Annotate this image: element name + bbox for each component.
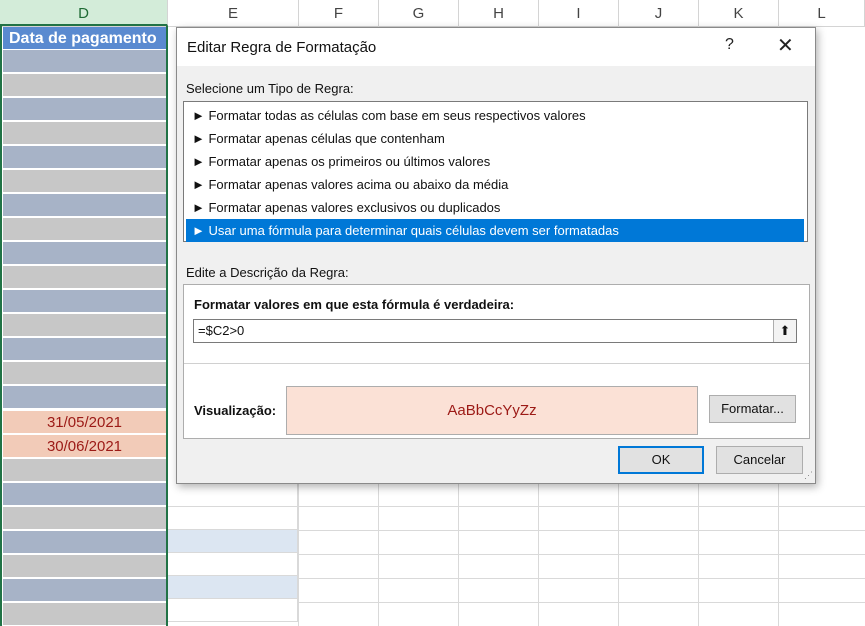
cell[interactable]: [168, 599, 298, 622]
cell[interactable]: [3, 386, 166, 409]
preview-label: Visualização:: [194, 403, 277, 418]
cell[interactable]: [168, 530, 298, 553]
column-header-h[interactable]: H: [459, 0, 539, 26]
cell[interactable]: [3, 314, 166, 337]
help-icon[interactable]: ?: [725, 36, 734, 54]
cell[interactable]: [168, 484, 298, 507]
cell[interactable]: [3, 531, 166, 554]
gridline: [299, 506, 865, 507]
edit-formatting-rule-dialog: Editar Regra de Formatação ? ✕ Selecione…: [176, 27, 816, 484]
close-icon[interactable]: ✕: [777, 33, 794, 58]
cell[interactable]: [3, 290, 166, 313]
dialog-titlebar: Editar Regra de Formatação ? ✕: [177, 28, 815, 66]
gridline: [299, 578, 865, 579]
format-button[interactable]: Formatar...: [709, 395, 796, 423]
cell[interactable]: [3, 122, 166, 145]
rule-description-panel: Formatar valores em que esta fórmula é v…: [183, 284, 810, 439]
divider: [184, 363, 809, 364]
format-preview: AaBbCcYyZz: [286, 386, 698, 435]
gridline: [299, 602, 865, 603]
rule-type-label: Selecione um Tipo de Regra:: [186, 81, 354, 96]
resize-grip-icon[interactable]: ⋰: [804, 470, 813, 481]
cell[interactable]: [3, 170, 166, 193]
rule-type-item[interactable]: ► Formatar apenas valores acima ou abaix…: [186, 173, 804, 196]
formula-label: Formatar valores em que esta fórmula é v…: [194, 297, 515, 312]
gridline: [299, 554, 865, 555]
cell[interactable]: [3, 603, 166, 626]
cell[interactable]: [3, 50, 166, 73]
cell[interactable]: [168, 507, 298, 530]
cell[interactable]: [3, 218, 166, 241]
column-header-j[interactable]: J: [619, 0, 699, 26]
cell[interactable]: [3, 194, 166, 217]
cell[interactable]: [3, 266, 166, 289]
description-label: Edite a Descrição da Regra:: [186, 265, 349, 280]
rule-type-item[interactable]: ► Formatar apenas os primeiros ou último…: [186, 150, 804, 173]
dialog-title: Editar Regra de Formatação: [187, 39, 377, 56]
formula-input[interactable]: =$C2>0 ⬆: [193, 319, 797, 343]
cell[interactable]: [168, 576, 298, 599]
formula-value: =$C2>0: [198, 323, 245, 338]
header-cell-data-de-pagamento[interactable]: Data de pagamento: [3, 27, 166, 50]
cell[interactable]: [3, 483, 166, 506]
rule-type-item[interactable]: ► Formatar todas as células com base em …: [186, 104, 804, 127]
cancel-button[interactable]: Cancelar: [716, 446, 803, 474]
cell[interactable]: [3, 74, 166, 97]
cell[interactable]: [3, 146, 166, 169]
rule-type-item-selected[interactable]: ► Usar uma fórmula para determinar quais…: [186, 219, 804, 242]
column-headers: D E F G H I J K L: [0, 0, 865, 27]
cell[interactable]: [3, 98, 166, 121]
rule-type-list[interactable]: ► Formatar todas as células com base em …: [183, 101, 808, 242]
collapse-dialog-icon[interactable]: ⬆: [773, 320, 796, 342]
cell[interactable]: [3, 507, 166, 530]
cell[interactable]: [3, 579, 166, 602]
column-header-i[interactable]: I: [539, 0, 619, 26]
column-header-l[interactable]: L: [779, 0, 865, 26]
column-header-k[interactable]: K: [699, 0, 779, 26]
cell[interactable]: [3, 362, 166, 385]
rule-type-item[interactable]: ► Formatar apenas valores exclusivos ou …: [186, 196, 804, 219]
cell[interactable]: [3, 242, 166, 265]
cell[interactable]: [168, 553, 298, 576]
column-header-f[interactable]: F: [299, 0, 379, 26]
ok-button[interactable]: OK: [618, 446, 704, 474]
cell[interactable]: [3, 338, 166, 361]
gridline: [299, 530, 865, 531]
cell[interactable]: [3, 459, 166, 482]
cell-date[interactable]: 30/06/2021: [3, 435, 166, 458]
column-header-g[interactable]: G: [379, 0, 459, 26]
cell[interactable]: [3, 555, 166, 578]
column-header-d[interactable]: D: [0, 0, 168, 26]
selection-border: [166, 26, 168, 626]
selection-border: [0, 26, 2, 626]
cell-date[interactable]: 31/05/2021: [3, 411, 166, 434]
column-header-e[interactable]: E: [168, 0, 299, 26]
rule-type-item[interactable]: ► Formatar apenas células que contenham: [186, 127, 804, 150]
